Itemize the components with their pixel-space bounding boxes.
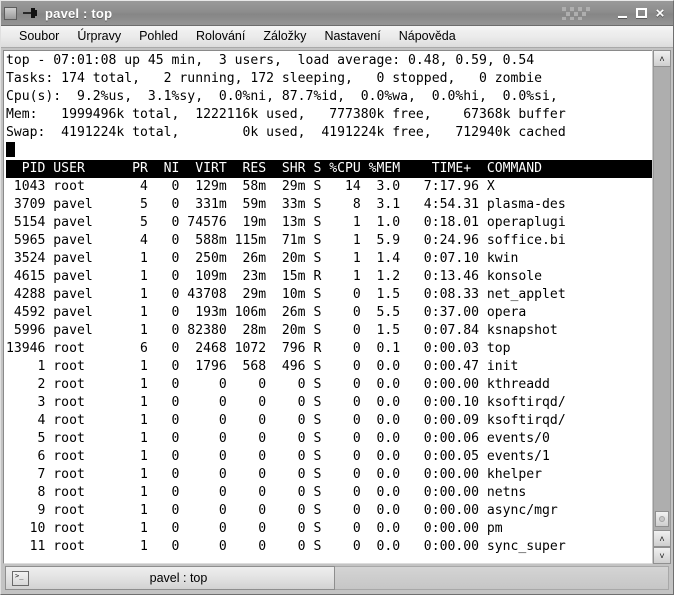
- process-table-row: 4592 pavel 1 0 193m 106m 26m S 0 5.5 0:3…: [6, 305, 527, 320]
- process-table-row: 4615 pavel 1 0 109m 23m 15m R 1 1.2 0:13…: [6, 269, 543, 284]
- process-table-row: 4288 pavel 1 0 43708 29m 10m S 0 1.5 0:0…: [6, 287, 566, 302]
- process-table-row: 3709 pavel 5 0 331m 59m 33m S 8 3.1 4:54…: [6, 197, 566, 212]
- terminal-icon: >_: [12, 570, 29, 586]
- process-table-row: 8 root 1 0 0 0 0 S 0 0.0 0:00.00 netns: [6, 485, 527, 500]
- window-menu-icon[interactable]: [4, 6, 17, 20]
- terminal-summary-line: Tasks: 174 total, 2 running, 172 sleepin…: [6, 71, 543, 86]
- tab-session-pavel-top[interactable]: >_ pavel : top: [5, 566, 335, 590]
- scrollbar-bottom-arrows: ˄ ˅: [653, 530, 671, 564]
- minimize-button[interactable]: [613, 3, 631, 23]
- menu-item-zalozky[interactable]: Záložky: [254, 27, 315, 46]
- process-table-row: 3524 pavel 1 0 250m 26m 20m S 1 1.4 0:07…: [6, 251, 519, 266]
- terminal-icon-glyph: >_: [15, 571, 24, 580]
- chevron-down-icon: ˅: [659, 550, 665, 561]
- terminal-viewport[interactable]: top - 07:01:08 up 45 min, 3 users, load …: [3, 50, 652, 564]
- pin-icon[interactable]: [22, 6, 39, 20]
- menu-item-nastaveni[interactable]: Nastavení: [315, 27, 389, 46]
- process-table-row: 9 root 1 0 0 0 0 S 0 0.0 0:00.00 async/m…: [6, 503, 558, 518]
- scroll-up-button-top[interactable]: ˄: [653, 50, 671, 67]
- process-table-row: 6 root 1 0 0 0 0 S 0 0.0 0:00.05 events/…: [6, 449, 550, 464]
- process-table-row: 4 root 1 0 0 0 0 S 0 0.0 0:00.09 ksoftir…: [6, 413, 566, 428]
- title-bar[interactable]: pavel : top ×: [1, 1, 673, 26]
- terminal-cursor-line: [6, 142, 652, 160]
- menu-item-soubor[interactable]: Soubor: [10, 27, 68, 46]
- tab-label: pavel : top: [149, 571, 208, 585]
- process-table-row: 5 root 1 0 0 0 0 S 0 0.0 0:00.06 events/…: [6, 431, 550, 446]
- terminal-summary-line: Swap: 4191224k total, 0k used, 4191224k …: [6, 125, 566, 140]
- process-table-row: 1043 root 4 0 129m 58m 29m S 14 3.0 7:17…: [6, 179, 495, 194]
- terminal-window: pavel : top × Soubor Úrpravy Pohled Rolo…: [0, 0, 674, 595]
- titlebar-grip-dots: [562, 6, 606, 20]
- process-table-row: 2 root 1 0 0 0 0 S 0 0.0 0:00.00 kthread…: [6, 377, 550, 392]
- terminal-cursor: [6, 142, 15, 157]
- scroll-up-button-bottom[interactable]: ˄: [653, 530, 671, 547]
- window-title: pavel : top: [45, 5, 113, 21]
- process-table-row: 13946 root 6 0 2468 1072 796 R 0 0.1 0:0…: [6, 341, 511, 356]
- close-button[interactable]: ×: [651, 3, 669, 23]
- menu-item-napoveda[interactable]: Nápověda: [390, 27, 465, 46]
- close-icon: ×: [655, 4, 665, 22]
- process-table-row: 5996 pavel 1 0 82380 28m 20m S 0 1.5 0:0…: [6, 323, 558, 338]
- menu-item-upravy[interactable]: Úrpravy: [68, 27, 130, 46]
- process-table-row: 7 root 1 0 0 0 0 S 0 0.0 0:00.00 khelper: [6, 467, 543, 482]
- terminal-summary-line: Mem: 1999496k total, 1222116k used, 7773…: [6, 107, 566, 122]
- terminal-text[interactable]: top - 07:01:08 up 45 min, 3 users, load …: [4, 51, 652, 563]
- terminal-summary-line: top - 07:01:08 up 45 min, 3 users, load …: [6, 53, 535, 68]
- vertical-scrollbar[interactable]: ˄ ˄ ˅: [652, 50, 671, 564]
- minimize-icon: [617, 15, 627, 18]
- maximize-icon: [635, 8, 647, 18]
- process-table-row: 10 root 1 0 0 0 0 S 0 0.0 0:00.00 pm: [6, 521, 503, 536]
- process-table-row: 3 root 1 0 0 0 0 S 0 0.0 0:00.10 ksoftir…: [6, 395, 566, 410]
- process-table-row: 11 root 1 0 0 0 0 S 0 0.0 0:00.00 sync_s…: [6, 539, 566, 554]
- terminal-body-area: top - 07:01:08 up 45 min, 3 users, load …: [1, 48, 673, 564]
- menu-bar: Soubor Úrpravy Pohled Rolování Záložky N…: [1, 26, 673, 48]
- process-table-header: PID USER PR NI VIRT RES SHR S %CPU %MEM …: [6, 160, 652, 178]
- chevron-up-icon: ˄: [659, 53, 665, 64]
- maximize-button[interactable]: [632, 3, 650, 23]
- scrollbar-thumb[interactable]: [655, 511, 669, 527]
- terminal-summary-line: Cpu(s): 9.2%us, 3.1%sy, 0.0%ni, 87.7%id,…: [6, 89, 558, 104]
- menu-item-pohled[interactable]: Pohled: [130, 27, 187, 46]
- process-table-row: 1 root 1 0 1796 568 496 S 0 0.0 0:00.47 …: [6, 359, 519, 374]
- tab-bar-empty-area[interactable]: [335, 566, 669, 590]
- menu-item-rolovani[interactable]: Rolování: [187, 27, 254, 46]
- scroll-down-button[interactable]: ˅: [653, 547, 671, 564]
- process-table-row: 5965 pavel 4 0 588m 115m 71m S 1 5.9 0:2…: [6, 233, 566, 248]
- chevron-up-icon: ˄: [659, 533, 665, 544]
- tab-bar: >_ pavel : top: [1, 564, 673, 594]
- scrollbar-track[interactable]: [653, 67, 671, 530]
- process-table-row: 5154 pavel 5 0 74576 19m 13m S 1 1.0 0:1…: [6, 215, 566, 230]
